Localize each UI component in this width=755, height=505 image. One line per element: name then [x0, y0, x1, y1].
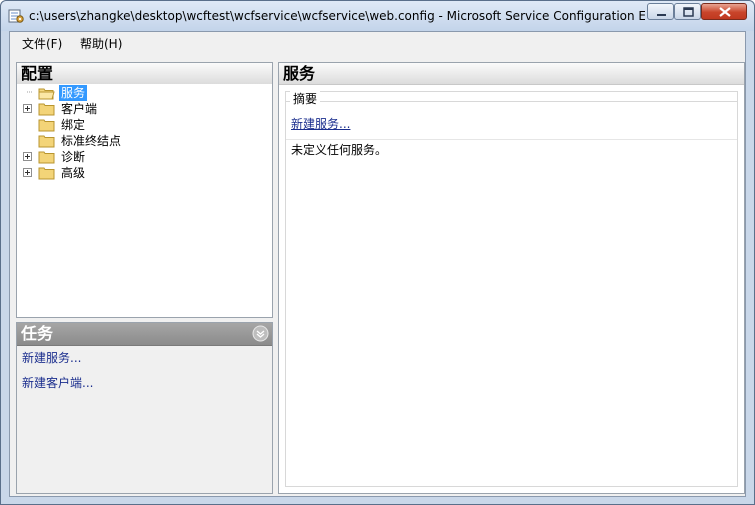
tree-item-label: 诊断 — [61, 150, 86, 164]
task-new-service-link[interactable]: 新建服务... — [22, 350, 81, 366]
tree-item-label: 服务 — [59, 85, 88, 101]
app-window: c:\users\zhangke\desktop\wcftest\wcfserv… — [0, 0, 755, 505]
tree-item-label: 绑定 — [61, 118, 86, 132]
open-folder-icon — [38, 88, 55, 100]
expand-plus-icon[interactable] — [23, 104, 32, 113]
close-icon — [719, 7, 731, 17]
tree-item-label: 标准终结点 — [61, 134, 122, 148]
task-new-client-link[interactable]: 新建客户端... — [22, 375, 93, 391]
collapse-chevron-icon[interactable] — [252, 325, 269, 342]
minimize-button[interactable] — [647, 3, 674, 20]
config-tree[interactable]: 服务 客户端 绑定 标准终结点 诊断 高级 — [17, 84, 272, 317]
config-app-icon — [8, 9, 24, 23]
window-title: c:\users\zhangke\desktop\wcftest\wcfserv… — [29, 9, 645, 23]
services-pane: 服务 摘要 新建服务... 未定义任何服务。 — [278, 62, 745, 494]
folder-icon — [38, 135, 55, 148]
menu-file[interactable]: 文件(F) — [22, 36, 62, 52]
group-divider — [286, 101, 737, 102]
config-pane-header: 配置 — [17, 63, 272, 85]
title-bar[interactable]: c:\users\zhangke\desktop\wcftest\wcfserv… — [1, 1, 754, 31]
tree-line-icon — [27, 91, 32, 93]
maximize-button[interactable] — [674, 3, 701, 20]
menu-bar: 文件(F) 帮助(H) — [10, 32, 745, 56]
tasks-pane: 任务 新建服务... 新建客户端... — [16, 322, 273, 494]
minimize-icon — [657, 14, 666, 16]
config-pane-title: 配置 — [21, 64, 54, 83]
tasks-pane-title: 任务 — [21, 324, 54, 343]
tree-item-label: 客户端 — [61, 102, 98, 116]
maximize-icon — [683, 7, 694, 17]
client-area: 文件(F) 帮助(H) 配置 服务 客户端 绑定 标准终结点 诊断 高级 任务 … — [9, 31, 746, 497]
services-pane-title: 服务 — [283, 64, 316, 83]
close-button[interactable] — [701, 3, 747, 20]
new-service-link[interactable]: 新建服务... — [291, 116, 350, 132]
folder-icon — [38, 103, 55, 116]
summary-separator — [286, 139, 737, 140]
summary-group-title: 摘要 — [290, 91, 321, 107]
services-pane-header: 服务 — [279, 63, 744, 85]
folder-icon — [38, 151, 55, 164]
folder-icon — [38, 167, 55, 180]
summary-group: 摘要 新建服务... 未定义任何服务。 — [285, 91, 738, 487]
expand-plus-icon[interactable] — [23, 168, 32, 177]
no-services-message: 未定义任何服务。 — [291, 143, 388, 157]
expand-plus-icon[interactable] — [23, 152, 32, 161]
menu-help[interactable]: 帮助(H) — [80, 36, 122, 52]
folder-icon — [38, 119, 55, 132]
tree-item-label: 高级 — [61, 166, 86, 180]
tasks-pane-header: 任务 — [17, 323, 272, 346]
config-pane: 配置 服务 客户端 绑定 标准终结点 诊断 高级 — [16, 62, 273, 318]
